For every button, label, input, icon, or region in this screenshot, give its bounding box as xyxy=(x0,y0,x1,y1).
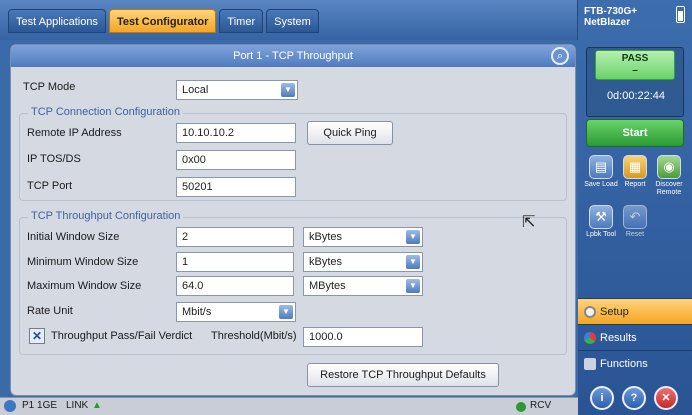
tab-system[interactable]: System xyxy=(266,9,319,33)
save-load-button[interactable]: ▤ Save Load xyxy=(584,155,618,189)
loopback-tool-button[interactable]: ⚒ Lpbk Tool xyxy=(584,205,618,239)
nav-functions[interactable]: Functions xyxy=(578,350,692,376)
min-window-field[interactable]: 1 xyxy=(176,252,294,272)
restore-defaults-button[interactable]: Restore TCP Throughput Defaults xyxy=(307,363,499,387)
tab-test-configurator[interactable]: Test Configurator xyxy=(108,9,217,33)
quick-ping-button[interactable]: Quick Ping xyxy=(307,121,393,145)
remote-ip-field[interactable]: 10.10.10.2 xyxy=(176,123,296,143)
nav-results[interactable]: Results xyxy=(578,324,692,350)
verdict-box: PASS – 0d:00:22:44 xyxy=(586,47,684,117)
panel-header: Port 1 - TCP Throughput ⌕ xyxy=(11,45,575,67)
chevron-down-icon: ▼ xyxy=(406,279,420,293)
tcp-connection-title: TCP Connection Configuration xyxy=(28,106,183,118)
verdict-label: Throughput Pass/Fail Verdict xyxy=(51,330,193,342)
threshold-label: Threshold(Mbit/s) xyxy=(211,330,297,342)
elapsed-timer: 0d:00:22:44 xyxy=(606,90,666,102)
info-icon[interactable]: i xyxy=(590,386,614,410)
initial-window-label: Initial Window Size xyxy=(27,231,120,243)
reset-icon: ↶ xyxy=(623,205,647,229)
max-window-unit-select[interactable]: MBytes ▼ xyxy=(303,276,423,296)
verdict-checkbox[interactable]: ✕ xyxy=(29,328,45,344)
tcp-throughput-panel: Port 1 - TCP Throughput ⌕ TCP Mode Local… xyxy=(10,44,576,396)
tcp-port-label: TCP Port xyxy=(27,180,73,192)
functions-tools-icon xyxy=(584,358,596,370)
rcv-icon xyxy=(516,402,526,412)
link-up-icon: ▲ xyxy=(92,400,102,411)
device-name: FTB-730G+ NetBlazer xyxy=(584,6,638,28)
link-label: LINK xyxy=(66,400,89,411)
chevron-down-icon: ▼ xyxy=(281,83,295,97)
tab-list: Test Applications Test Configurator Time… xyxy=(8,9,319,33)
loopback-icon: ⚒ xyxy=(589,205,613,229)
max-window-label: Maximum Window Size xyxy=(27,280,142,292)
port-status-icon xyxy=(4,400,16,412)
ip-tos-field[interactable]: 0x00 xyxy=(176,150,296,170)
results-pie-icon xyxy=(584,332,596,344)
tab-timer[interactable]: Timer xyxy=(219,9,264,33)
chevron-down-icon: ▼ xyxy=(279,305,293,319)
rate-unit-label: Rate Unit xyxy=(27,305,73,317)
tcp-mode-select[interactable]: Local ▼ xyxy=(176,80,298,100)
remote-ip-label: Remote IP Address xyxy=(27,127,122,139)
side-panel: FTB-730G+ NetBlazer PASS – 0d:00:22:44 S… xyxy=(578,0,692,415)
discover-remote-button[interactable]: ◉ Discover Remote xyxy=(652,155,686,197)
start-button[interactable]: Start xyxy=(586,119,684,147)
tab-test-applications[interactable]: Test Applications xyxy=(8,9,106,33)
exit-icon[interactable]: ✕ xyxy=(654,386,678,410)
report-icon: ▦ xyxy=(623,155,647,179)
rcv-label: RCV xyxy=(530,400,552,411)
save-icon: ▤ xyxy=(589,155,613,179)
ip-tos-label: IP TOS/DS xyxy=(27,153,81,165)
tcp-port-field[interactable]: 50201 xyxy=(176,177,296,197)
min-window-unit-select[interactable]: kBytes ▼ xyxy=(303,252,423,272)
help-icon[interactable]: ? xyxy=(622,386,646,410)
tcp-throughput-title: TCP Throughput Configuration xyxy=(28,210,184,222)
max-window-field[interactable]: 64.0 xyxy=(176,276,294,296)
top-tab-bar: Test Applications Test Configurator Time… xyxy=(0,0,578,40)
panel-title: Port 1 - TCP Throughput xyxy=(233,50,353,62)
tcp-mode-label: TCP Mode xyxy=(23,81,76,93)
min-window-label: Minimum Window Size xyxy=(27,256,139,268)
initial-window-field[interactable]: 2 xyxy=(176,227,294,247)
pass-status-badge: PASS – xyxy=(595,50,675,80)
battery-icon xyxy=(676,6,685,23)
setup-gear-icon xyxy=(584,306,596,318)
chevron-down-icon: ▼ xyxy=(406,255,420,269)
discover-icon: ◉ xyxy=(657,155,681,179)
reset-button[interactable]: ↶ Reset xyxy=(618,205,652,239)
status-bar: P1 1GE LINK ▲ RCV xyxy=(0,397,578,415)
mouse-pointer-icon: ⇱ xyxy=(522,214,536,231)
port-label: P1 1GE xyxy=(22,400,58,411)
threshold-field[interactable]: 1000.0 xyxy=(303,327,423,347)
rate-unit-select[interactable]: Mbit/s ▼ xyxy=(176,302,296,322)
zoom-icon[interactable]: ⌕ xyxy=(551,47,569,65)
report-button[interactable]: ▦ Report xyxy=(618,155,652,189)
nav-setup[interactable]: Setup xyxy=(578,298,692,324)
chevron-down-icon: ▼ xyxy=(406,230,420,244)
initial-window-unit-select[interactable]: kBytes ▼ xyxy=(303,227,423,247)
